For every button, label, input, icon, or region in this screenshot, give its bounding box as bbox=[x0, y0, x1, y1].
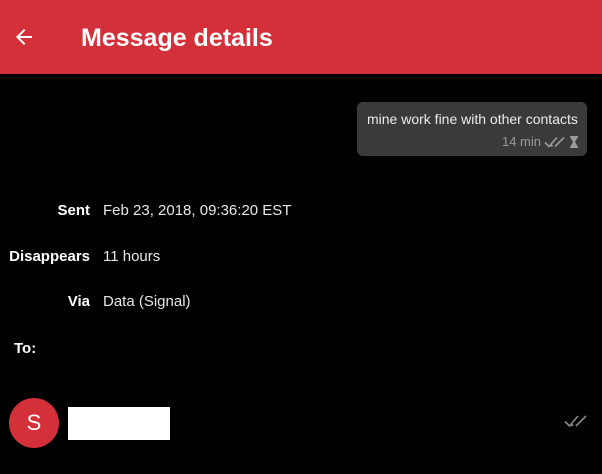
redacted-name bbox=[68, 407, 170, 440]
detail-label: Via bbox=[67, 292, 90, 310]
page-title: Message details bbox=[81, 24, 273, 52]
app-bar: Message details bbox=[0, 0, 602, 74]
recipients-label: To: bbox=[14, 340, 37, 357]
detail-row-sent: Sent Feb 23, 2018, 09:36:20 EST bbox=[0, 199, 291, 221]
detail-value: 11 hours bbox=[103, 247, 161, 265]
arrow-left-icon bbox=[16, 29, 32, 45]
back-button[interactable] bbox=[8, 15, 40, 59]
message-bubble[interactable]: mine work fine with other contacts 14 mi… bbox=[357, 102, 587, 156]
hourglass-icon bbox=[570, 135, 578, 148]
detail-row-via: Via Data (Signal) bbox=[0, 290, 191, 312]
avatar[interactable]: S bbox=[9, 398, 59, 448]
message-time: 14 min bbox=[501, 134, 541, 149]
recipient-row[interactable]: S bbox=[0, 395, 602, 453]
detail-value: Data (Signal) bbox=[103, 292, 191, 310]
message-meta: 14 min bbox=[502, 134, 579, 149]
detail-label: Disappears bbox=[9, 247, 90, 265]
detail-row-disappears: Disappears 11 hours bbox=[0, 245, 160, 267]
detail-label: Sent bbox=[57, 201, 90, 219]
message-text: mine work fine with other contacts bbox=[367, 111, 578, 127]
detail-value: Feb 23, 2018, 09:36:20 EST bbox=[103, 201, 292, 219]
double-check-icon bbox=[544, 136, 565, 148]
double-check-icon bbox=[564, 415, 587, 428]
